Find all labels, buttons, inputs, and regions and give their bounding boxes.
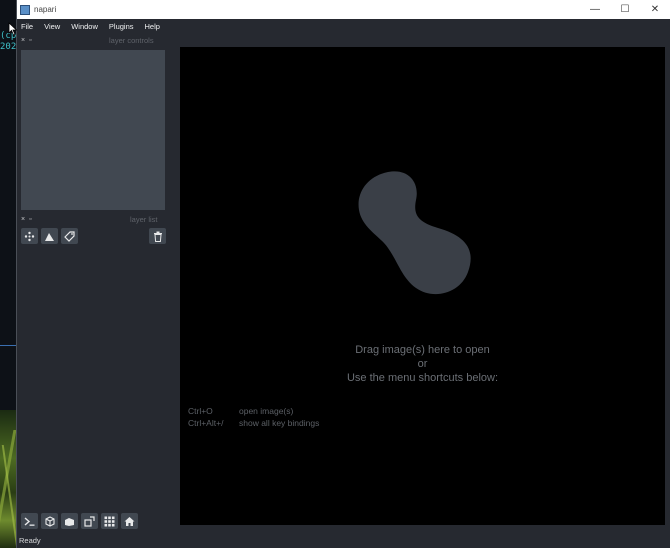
home-button[interactable] (121, 513, 138, 529)
shortcut-action: show all key bindings (239, 418, 320, 428)
menu-help[interactable]: Help (145, 22, 160, 31)
mouse-cursor-icon (8, 22, 18, 36)
ndisplay-3d-icon (45, 515, 55, 527)
maximize-button[interactable]: ☐ (610, 0, 640, 19)
console-icon (24, 516, 35, 526)
welcome-line-3: Use the menu shortcuts below: (346, 372, 499, 384)
roll-dims-icon (65, 517, 74, 526)
layer-controls-header: × ▫ layer controls (17, 35, 167, 45)
layer-list-header: × ▫ layer list (17, 214, 167, 224)
float-dock-icon[interactable]: ▫ (29, 37, 31, 44)
minimize-button[interactable]: — (580, 0, 610, 19)
shortcut-row: Ctrl+Alt+/ show all key bindings (188, 417, 319, 429)
window-title: napari (34, 5, 57, 14)
transpose-icon (84, 515, 95, 527)
new-labels-button[interactable] (61, 228, 78, 244)
welcome-line-1: Drag image(s) here to open (355, 344, 490, 356)
layer-delete-area (149, 228, 169, 244)
status-text: Ready (19, 536, 41, 545)
viewer-canvas[interactable]: Drag image(s) here to open or Use the me… (180, 47, 665, 525)
new-shapes-button[interactable] (41, 228, 58, 244)
roll-dims-button[interactable] (61, 513, 78, 529)
new-points-button[interactable] (21, 228, 38, 244)
transpose-button[interactable] (81, 513, 98, 529)
menu-view[interactable]: View (44, 22, 60, 31)
close-dock-icon[interactable]: × (21, 37, 25, 44)
new-labels-icon (64, 230, 75, 242)
grid-button[interactable] (101, 513, 118, 529)
float-dock-icon[interactable]: ▫ (29, 216, 31, 223)
shortcut-list: Ctrl+O open image(s) Ctrl+Alt+/ show all… (188, 405, 319, 429)
close-dock-icon[interactable]: × (21, 216, 25, 223)
window-controls: — ☐ ✕ (580, 0, 670, 19)
menu-window[interactable]: Window (71, 22, 98, 31)
shortcut-row: Ctrl+O open image(s) (188, 405, 319, 417)
app-icon (20, 4, 30, 15)
welcome-message: Drag image(s) here to open or Use the me… (180, 343, 665, 385)
menu-file[interactable]: File (21, 22, 33, 31)
shortcut-key: Ctrl+Alt+/ (188, 418, 224, 428)
delete-layer-button[interactable] (149, 228, 166, 244)
status-bar: Ready (17, 534, 670, 548)
console-button[interactable] (21, 513, 38, 529)
new-shapes-icon (45, 232, 54, 241)
napari-window: napari — ☐ ✕ File View Window Plugins He… (16, 0, 670, 548)
menu-bar: File View Window Plugins Help (17, 19, 670, 34)
desktop-background: (cp 202 (0, 0, 16, 548)
viewer-buttons (21, 513, 141, 529)
layer-list-panel[interactable] (21, 248, 165, 510)
grid-icon (104, 516, 115, 526)
layer-controls-title: layer controls (109, 36, 154, 45)
terminal-line-2: 202 (0, 42, 16, 52)
ndisplay-button[interactable] (41, 513, 58, 529)
shortcut-action: open image(s) (239, 406, 294, 416)
close-button[interactable]: ✕ (640, 0, 670, 19)
new-points-icon (24, 231, 35, 241)
desktop-divider (0, 345, 16, 346)
trash-icon (153, 231, 162, 242)
shortcut-key: Ctrl+O (188, 406, 213, 416)
welcome-line-2: or (417, 358, 428, 370)
layer-controls-panel (21, 50, 165, 210)
layer-buttons (21, 228, 81, 244)
menu-plugins[interactable]: Plugins (109, 22, 134, 31)
napari-logo-icon (358, 171, 471, 295)
home-icon (124, 516, 135, 526)
layer-list-title: layer list (130, 215, 158, 224)
title-bar[interactable]: napari — ☐ ✕ (17, 0, 670, 19)
